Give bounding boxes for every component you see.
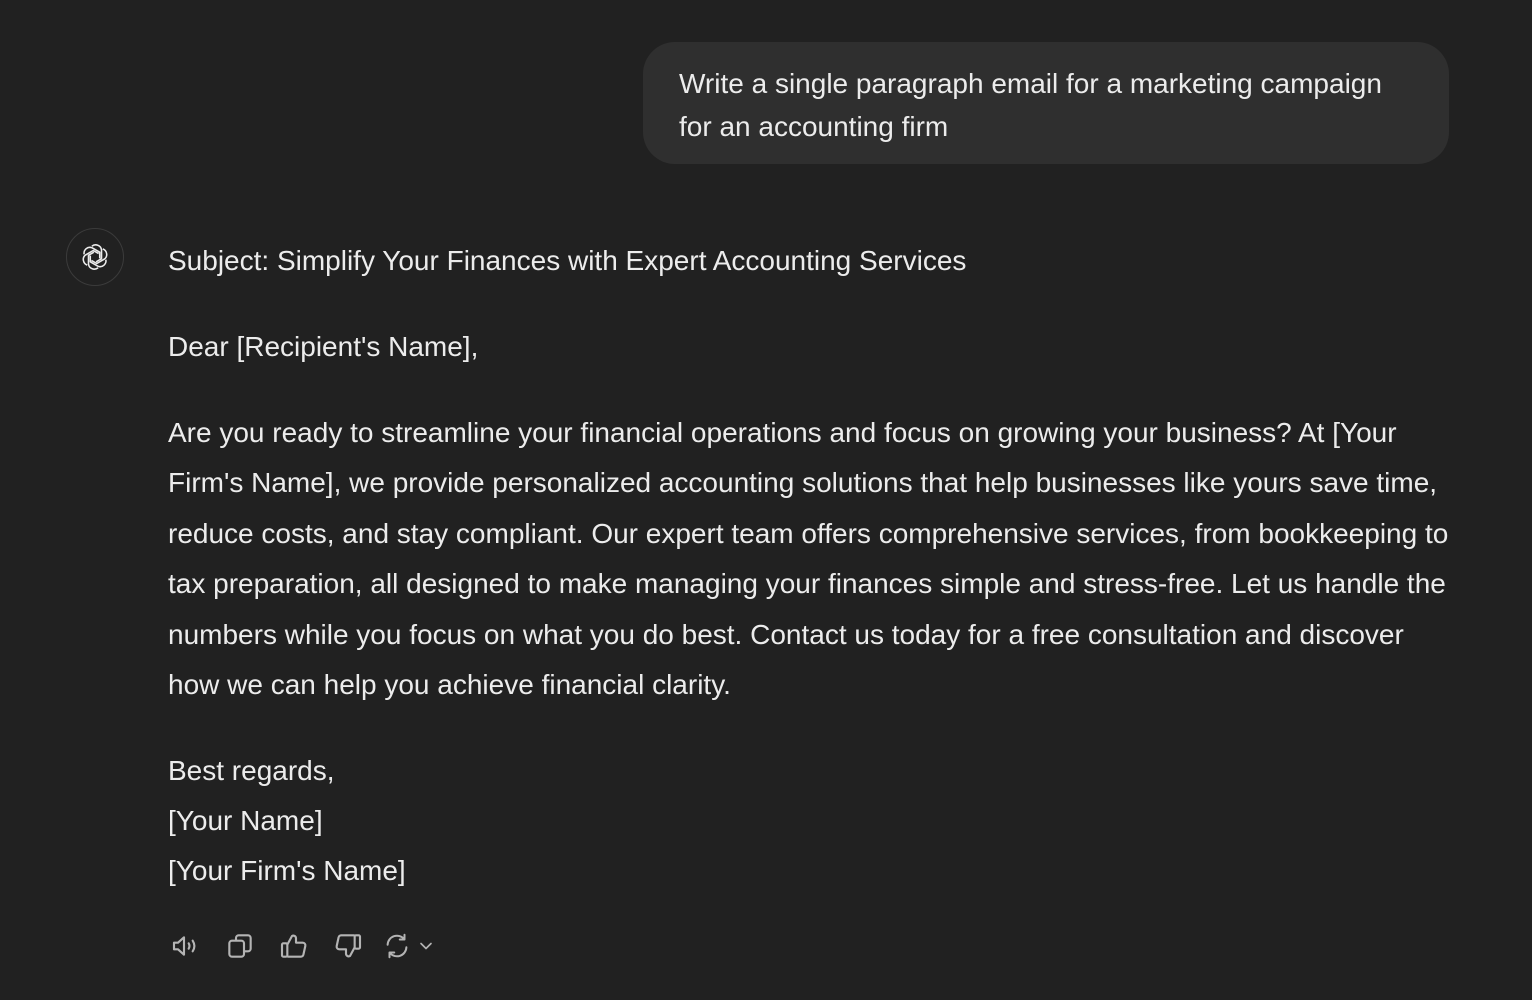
thumbs-up-button[interactable] bbox=[274, 926, 314, 966]
email-subject: Subject: Simplify Your Finances with Exp… bbox=[168, 245, 967, 276]
copy-button[interactable] bbox=[220, 926, 260, 966]
user-message-bubble: Write a single paragraph email for a mar… bbox=[643, 42, 1449, 164]
email-signature-name: [Your Name] bbox=[168, 805, 323, 837]
thumbs-down-button[interactable] bbox=[328, 926, 368, 966]
read-aloud-button[interactable] bbox=[166, 926, 206, 966]
assistant-response: Subject: Simplify Your Finances with Exp… bbox=[168, 238, 1458, 896]
email-signoff: Best regards, [Your Name] [Your Firm's N… bbox=[168, 746, 1458, 896]
email-signature-firm: [Your Firm's Name] bbox=[168, 855, 406, 887]
chevron-down-icon[interactable] bbox=[416, 936, 436, 956]
assistant-avatar bbox=[66, 228, 124, 286]
read-aloud-icon bbox=[172, 936, 196, 956]
thumbs-down-icon bbox=[335, 934, 362, 958]
regenerate-icon bbox=[386, 933, 408, 959]
regenerate-button[interactable] bbox=[382, 926, 436, 966]
message-actions-bar bbox=[166, 926, 436, 966]
email-body: Are you ready to streamline your financi… bbox=[168, 417, 1449, 701]
openai-logo-icon bbox=[82, 244, 108, 270]
thumbs-up-icon bbox=[280, 934, 307, 958]
email-greeting: Dear [Recipient's Name], bbox=[168, 331, 479, 362]
copy-icon bbox=[228, 934, 252, 958]
chat-page: Write a single paragraph email for a mar… bbox=[0, 0, 1532, 1000]
email-closing: Best regards, bbox=[168, 755, 335, 787]
user-message-text: Write a single paragraph email for a mar… bbox=[679, 68, 1382, 142]
